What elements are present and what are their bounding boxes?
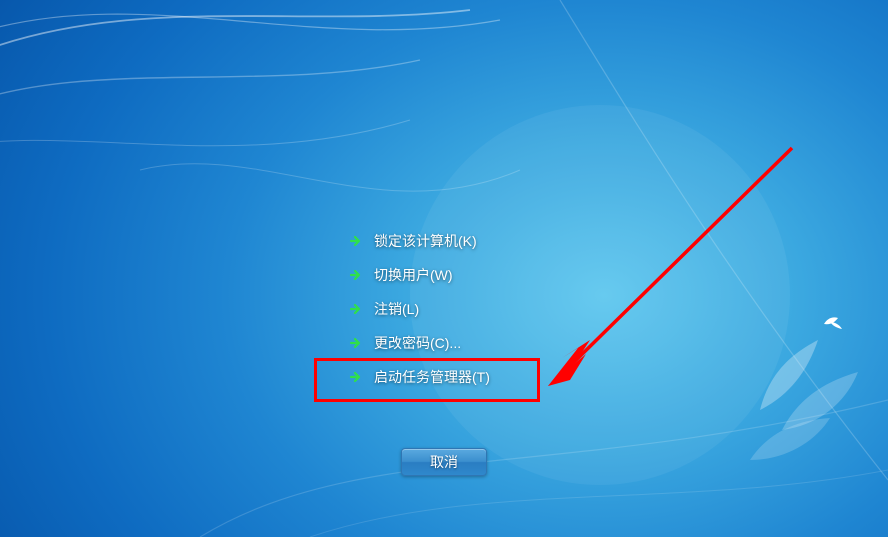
arrow-right-icon <box>348 301 364 317</box>
cancel-button[interactable]: 取消 <box>401 448 487 476</box>
arrow-right-icon <box>348 233 364 249</box>
arrow-right-icon <box>348 267 364 283</box>
menu-item-label: 注销(L) <box>374 299 419 319</box>
cancel-button-wrap: 取消 <box>0 448 888 476</box>
arrow-right-icon <box>348 335 364 351</box>
menu-change-password[interactable]: 更改密码(C)... <box>340 326 600 360</box>
arrow-right-icon <box>348 369 364 385</box>
menu-switch-user[interactable]: 切换用户(W) <box>340 258 600 292</box>
menu-item-label: 启动任务管理器(T) <box>374 367 490 387</box>
security-options-menu: 锁定该计算机(K) 切换用户(W) 注销(L) 更改密码(C)... 启动任务管… <box>340 224 600 394</box>
menu-lock-computer[interactable]: 锁定该计算机(K) <box>340 224 600 258</box>
menu-logoff[interactable]: 注销(L) <box>340 292 600 326</box>
menu-item-label: 更改密码(C)... <box>374 333 461 353</box>
menu-item-label: 切换用户(W) <box>374 265 453 285</box>
menu-item-label: 锁定该计算机(K) <box>374 231 477 251</box>
menu-start-task-manager[interactable]: 启动任务管理器(T) <box>340 360 600 394</box>
